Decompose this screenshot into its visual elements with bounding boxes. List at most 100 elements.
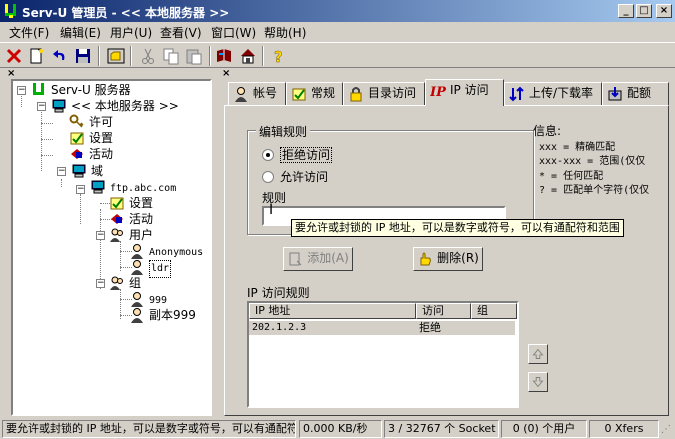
home-icon[interactable] [238,46,258,66]
status-users: 0 (0) 个用户 [501,420,587,438]
tree-user-anonymous[interactable]: Anonymous [129,243,203,259]
tree-domain-activity[interactable]: 活动 [109,211,153,227]
tree-activity[interactable]: 活动 [69,146,113,162]
column-ip-address[interactable]: IP 地址 [249,303,416,319]
tree-local-server[interactable]: << 本地服务器 >> [51,98,179,114]
user-properties-pane: 帐号 常规 目录访问 IP IP 访问 上传/下载率 配额 编辑规则 拒绝访问 允… [224,79,669,416]
checklist-icon [69,130,85,146]
user-icon [129,291,145,307]
quota-icon [607,86,623,102]
menu-window[interactable]: 窗口(W) [211,24,256,41]
expander[interactable]: − [96,279,105,288]
menu-user[interactable]: 用户(U) [110,24,152,41]
arrow-up-icon [532,348,544,359]
menu-help[interactable]: 帮助(H) [264,24,306,41]
detail-pane-close-icon[interactable]: × [222,68,230,79]
tooltip: 要允许或封锁的 IP 地址，可以是数字或符号，可以有通配符和范围 [291,219,624,237]
tree-domains[interactable]: 域 [71,163,103,179]
paste-icon[interactable] [184,46,204,66]
add-icon [287,251,303,267]
arrow-down-icon [532,377,544,388]
status-xfers: 0 Xfers [589,420,659,438]
toolbar-separator [209,46,211,66]
tree-root[interactable]: Serv-U 服务器 [31,82,131,98]
menu-view[interactable]: 查看(V) [160,24,202,41]
ip-rules-title: IP 访问规则 [247,286,310,300]
ip-access-panel: 编辑规则 拒绝访问 允许访问 规则 I 要允许或封锁的 IP 地址，可以是数字或… [224,105,669,416]
user-icon [233,86,249,102]
resize-grip-icon[interactable]: ⋰ [661,424,671,435]
menu-edit[interactable]: 编辑(E) [60,24,101,41]
expander[interactable]: − [17,86,26,95]
toolbar-separator [262,46,264,66]
status-bar: 要允许或封锁的 IP 地址，可以是数字或符号，可以有通配符和范围 0.000 K… [0,418,675,439]
radio-dot [262,171,274,183]
undo-icon[interactable] [50,46,70,66]
delete-icon[interactable] [4,46,24,66]
delete-button[interactable]: 删除(R) [413,247,483,271]
serv-u-icon [3,3,19,19]
tree-groups[interactable]: 组 [109,275,141,291]
tab-quota[interactable]: 配额 [602,82,669,105]
computer-icon [71,163,87,179]
copy-icon[interactable] [161,46,181,66]
allow-access-radio[interactable]: 允许访问 [262,168,328,185]
maximize-button[interactable]: □ [636,4,652,18]
cut-icon[interactable] [138,46,158,66]
tree-domain-ftp[interactable]: ftp.abc.com [90,179,176,195]
tree-user-ldr[interactable]: ldr [129,259,172,278]
new-icon[interactable] [27,46,47,66]
expander[interactable]: − [76,185,85,194]
tab-directory-access[interactable]: 目录访问 [343,82,425,105]
open-folder-icon[interactable] [106,46,126,66]
column-group[interactable]: 组 [471,303,517,319]
deny-access-radio[interactable]: 拒绝访问 [262,146,333,163]
pane-splitter[interactable] [214,69,220,417]
serv-u-icon [31,82,47,98]
lock-icon [348,86,364,102]
menu-file[interactable]: 文件(F) [9,24,49,41]
rule-label: 规则 [262,191,287,205]
info-line: * = 任何匹配 [539,171,604,182]
table-row[interactable]: 202.1.2.3 拒绝 [249,321,515,335]
ip-icon: IP [429,83,447,100]
activity-icon [69,146,85,162]
tree-group-999[interactable]: 999 [129,291,167,307]
tab-account[interactable]: 帐号 [228,82,286,105]
book-icon[interactable] [214,46,234,66]
computer-icon [90,179,106,195]
help-icon[interactable]: ? [268,46,288,67]
minimize-button[interactable]: _ [618,4,634,18]
checklist-icon [109,195,125,211]
tab-ip-access[interactable]: IP IP 访问 [425,79,504,106]
tab-general[interactable]: 常规 [286,82,343,105]
tree-license[interactable]: 许可 [69,114,113,130]
expander[interactable]: − [96,231,105,240]
add-button[interactable]: 添加(A) [283,247,353,271]
expander[interactable]: − [57,167,66,176]
expander[interactable]: − [37,102,46,111]
menu-bar: 文件(F) 编辑(E) 用户(U) 查看(V) 窗口(W) 帮助(H) [0,22,675,41]
move-down-button[interactable] [528,372,548,392]
window-title: Serv-U 管理员 - << 本地服务器 >> [22,6,230,20]
tab-transfer-rate[interactable]: 上传/下载率 [504,82,602,105]
title-bar: Serv-U 管理员 - << 本地服务器 >> _ □ × [0,0,675,22]
move-up-button[interactable] [528,344,548,364]
tree-group-copy-999[interactable]: 副本999 [129,307,196,323]
tree-domain-settings[interactable]: 设置 [109,195,153,211]
text-cursor-icon: I [269,202,274,218]
cell-access: 拒绝 [419,321,441,334]
key-icon [69,114,85,130]
tree-users[interactable]: 用户 [109,227,153,243]
tree-pane-close-icon[interactable]: × [7,68,15,79]
ip-rules-list[interactable]: IP 地址 访问 组 202.1.2.3 拒绝 [247,301,519,408]
user-icon [129,307,145,323]
save-icon[interactable] [73,46,93,66]
activity-icon [109,211,125,227]
tree-settings[interactable]: 设置 [69,130,113,146]
status-speed: 0.000 KB/秒 [299,420,382,438]
info-line: xxx = 精确匹配 [539,142,616,153]
toolbar-separator [98,46,100,66]
column-access[interactable]: 访问 [416,303,471,319]
close-button[interactable]: × [656,4,672,18]
